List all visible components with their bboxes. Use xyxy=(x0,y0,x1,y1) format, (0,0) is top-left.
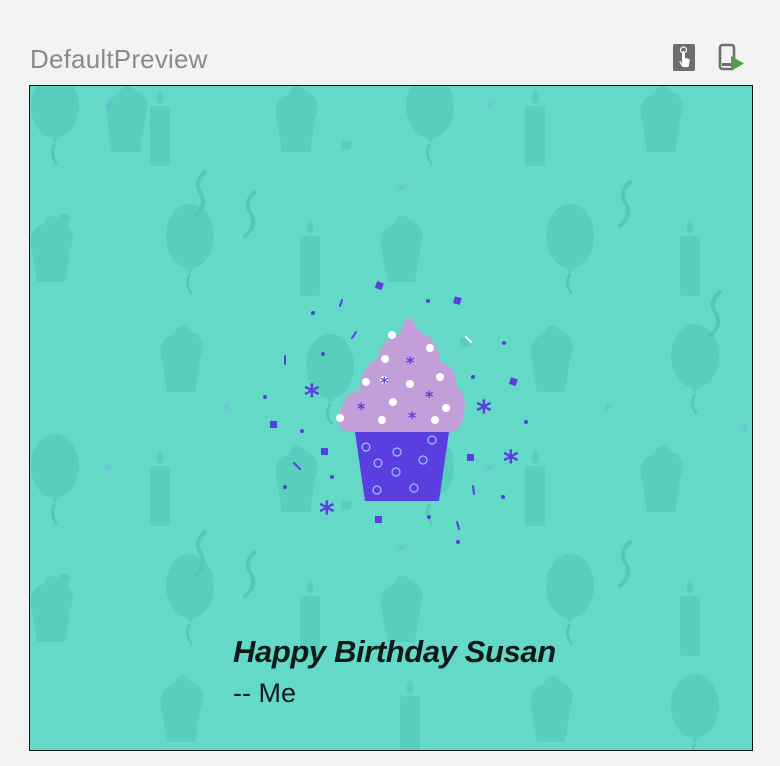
greeting-text: Happy Birthday Susan xyxy=(233,634,556,669)
signature-text: -- Me xyxy=(233,678,296,708)
svg-text:*: * xyxy=(319,496,335,531)
svg-text:*: * xyxy=(503,445,519,480)
svg-text:*: * xyxy=(304,379,320,414)
preview-canvas: * * * * * * * * * * * * * * * * * * Happ… xyxy=(29,85,753,751)
svg-text:*: * xyxy=(380,373,389,392)
interactive-mode-icon xyxy=(673,44,695,71)
svg-text:*: * xyxy=(357,399,366,418)
svg-text:*: * xyxy=(425,387,434,406)
deploy-to-device-button[interactable] xyxy=(716,42,746,74)
preview-title: DefaultPreview xyxy=(30,44,208,74)
deploy-to-device-icon xyxy=(718,43,744,71)
interactive-mode-button[interactable] xyxy=(670,42,700,74)
svg-text:*: * xyxy=(476,395,492,430)
preview-header: DefaultPreview xyxy=(30,42,752,76)
svg-text:*: * xyxy=(408,408,417,427)
svg-text:*: * xyxy=(406,353,415,372)
